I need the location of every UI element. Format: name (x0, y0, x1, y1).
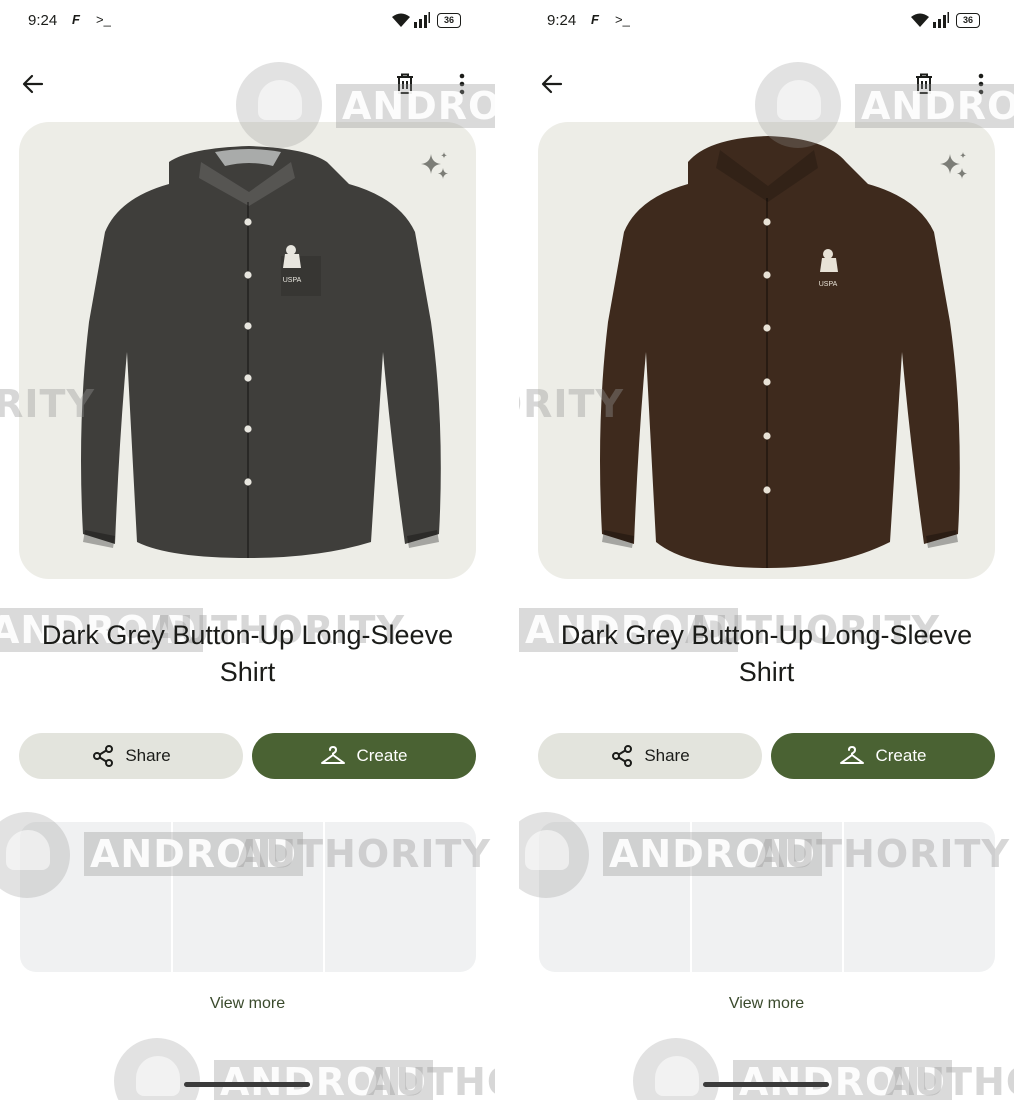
create-label: Create (356, 746, 408, 765)
shirt-image: USPA (600, 136, 960, 568)
wifi-icon (392, 13, 410, 27)
share-label: Share (125, 746, 171, 765)
wifi-icon (911, 13, 929, 27)
gallery-placeholder[interactable] (539, 822, 690, 972)
notification-f-icon: F (591, 12, 599, 27)
delete-button[interactable] (908, 68, 940, 100)
delete-button[interactable] (389, 68, 421, 100)
share-label: Share (644, 746, 690, 765)
hanger-icon (840, 746, 865, 764)
create-label: Create (875, 746, 927, 765)
gallery-placeholder[interactable] (172, 822, 324, 972)
hanger-icon (321, 746, 346, 764)
shirt-image: USPA (81, 146, 441, 558)
related-gallery (20, 822, 476, 972)
more-options-button[interactable] (446, 68, 478, 100)
product-title: Dark Grey Button-Up Long-Sleeve Shirt (41, 620, 454, 687)
status-time: 9:24 (547, 12, 577, 29)
share-button[interactable]: Share (19, 733, 243, 779)
notification-f-icon: F (72, 12, 80, 27)
gesture-home-bar[interactable] (184, 1082, 310, 1087)
battery-icon: 36 (437, 13, 461, 28)
status-bar: 9:24 F >_ 36 (0, 0, 495, 44)
gallery-placeholder[interactable] (20, 822, 171, 972)
svg-text:USPA: USPA (283, 277, 302, 284)
screen-right: 9:24 F >_ 36 USPA Dark Grey Button-Up Lo… (519, 0, 1014, 1100)
trash-icon (397, 73, 413, 94)
gallery-placeholder[interactable] (691, 822, 843, 972)
share-button[interactable]: Share (538, 733, 762, 779)
terminal-icon: >_ (615, 12, 630, 27)
gallery-placeholder[interactable] (325, 822, 476, 972)
terminal-icon: >_ (96, 12, 111, 27)
share-icon (612, 745, 633, 767)
product-image-card[interactable]: USPA (19, 122, 476, 579)
screen-left: 9:24 F >_ 36 USPA Dark Grey Button-Up Lo… (0, 0, 495, 1100)
product-image-card[interactable]: USPA (538, 122, 995, 579)
back-button[interactable] (17, 68, 49, 100)
view-more-link[interactable]: View more (20, 995, 475, 1013)
battery-icon: 36 (956, 13, 980, 28)
share-icon (93, 745, 114, 767)
signal-icon (933, 12, 949, 28)
signal-icon (414, 12, 430, 28)
gesture-home-bar[interactable] (703, 1082, 829, 1087)
back-button[interactable] (536, 68, 568, 100)
gallery-placeholder[interactable] (844, 822, 995, 972)
view-more-link[interactable]: View more (539, 995, 994, 1013)
back-arrow-icon (22, 74, 44, 94)
sparkle-icon[interactable] (938, 150, 970, 182)
product-title: Dark Grey Button-Up Long-Sleeve Shirt (560, 620, 973, 687)
back-arrow-icon (541, 74, 563, 94)
more-vert-icon (459, 73, 465, 95)
svg-text:USPA: USPA (819, 281, 838, 288)
sparkle-icon[interactable] (419, 150, 451, 182)
trash-icon (916, 73, 932, 94)
create-button[interactable]: Create (771, 733, 995, 779)
status-time: 9:24 (28, 12, 58, 29)
create-button[interactable]: Create (252, 733, 476, 779)
more-vert-icon (978, 73, 984, 95)
more-options-button[interactable] (965, 68, 997, 100)
status-bar: 9:24 F >_ 36 (519, 0, 1014, 44)
related-gallery (539, 822, 995, 972)
